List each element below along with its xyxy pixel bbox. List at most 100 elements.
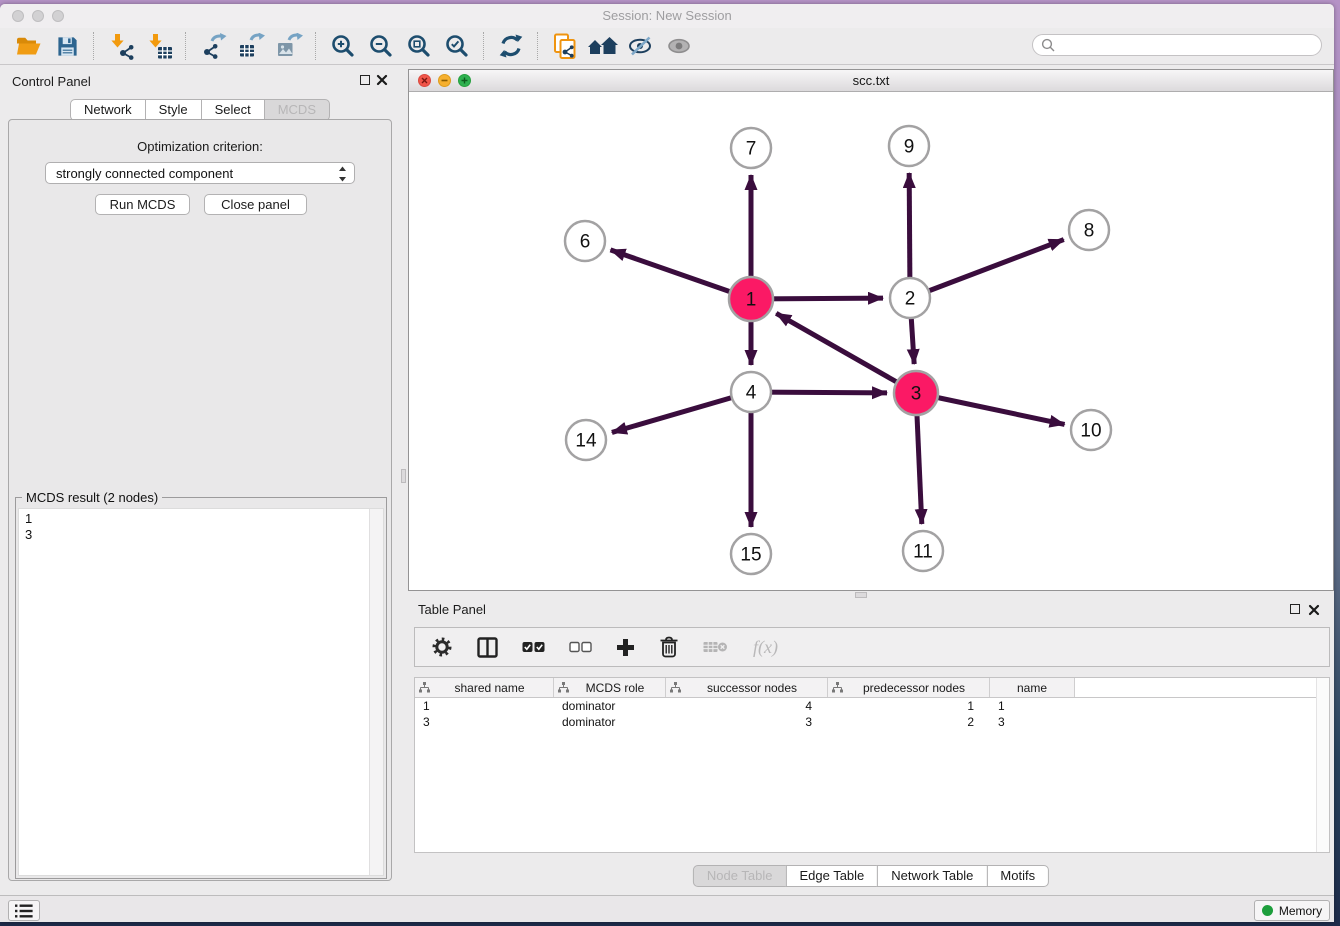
vertical-splitter[interactable] (400, 65, 408, 895)
node-label: 6 (580, 232, 591, 253)
run-mcds-button[interactable]: Run MCDS (95, 194, 190, 215)
edge-3-1[interactable] (776, 313, 916, 393)
table-panel-title: Table Panel (418, 602, 486, 617)
column-header-shared-name[interactable]: shared name (415, 678, 554, 697)
split-view-button[interactable] (477, 637, 498, 658)
export-table-button[interactable] (232, 31, 270, 61)
table-cell[interactable]: dominator (554, 715, 666, 729)
graph-node-1[interactable]: 1 (729, 277, 773, 321)
float-panel-button[interactable] (360, 75, 370, 85)
graph-node-3[interactable]: 3 (894, 371, 938, 415)
graph-node-4[interactable]: 4 (731, 372, 771, 412)
tab-network-table[interactable]: Network Table (877, 865, 987, 887)
graph-node-2[interactable]: 2 (890, 278, 930, 318)
table-cell[interactable]: 1 (415, 699, 554, 713)
tab-mcds[interactable]: MCDS (264, 99, 330, 121)
tab-style[interactable]: Style (145, 99, 202, 121)
graph-node-7[interactable]: 7 (731, 128, 771, 168)
split-view-icon (477, 637, 498, 658)
result-scrollbar[interactable] (369, 509, 383, 875)
plus-icon (616, 638, 635, 657)
network-window-titlebar[interactable]: scc.txt (409, 70, 1333, 92)
close-icon (1308, 604, 1320, 616)
column-header-MCDS-role[interactable]: MCDS role (554, 678, 666, 697)
export-network-button[interactable] (194, 31, 232, 61)
table-cell[interactable]: 3 (990, 715, 1075, 729)
first-neighbors-button[interactable] (584, 31, 622, 61)
mcds-result-box[interactable]: 13 (18, 508, 384, 876)
table-cell[interactable]: 4 (666, 699, 828, 713)
clone-network-button[interactable] (546, 31, 584, 61)
graph-node-6[interactable]: 6 (565, 221, 605, 261)
node-label: 8 (1084, 221, 1095, 242)
apply-layout-button[interactable] (492, 31, 530, 61)
column-header-predecessor-nodes[interactable]: predecessor nodes (828, 678, 990, 697)
search-input[interactable] (1060, 37, 1313, 53)
toolbar-separator (315, 32, 317, 60)
tab-network[interactable]: Network (70, 99, 146, 121)
import-table-button[interactable] (140, 31, 178, 61)
table-cell[interactable]: 3 (415, 715, 554, 729)
table-cell[interactable]: 1 (990, 699, 1075, 713)
graph-node-8[interactable]: 8 (1069, 210, 1109, 250)
close-table-panel-button[interactable] (1308, 603, 1320, 621)
optimization-criterion-label: Optimization criterion: (9, 139, 391, 154)
zoom-fit-button[interactable] (400, 31, 438, 61)
open-folder-icon (16, 35, 42, 57)
table-scrollbar[interactable] (1316, 678, 1329, 852)
optimization-criterion-dropdown[interactable]: strongly connected component (45, 162, 355, 184)
tab-motifs[interactable]: Motifs (986, 865, 1049, 887)
splitter-handle[interactable] (855, 592, 867, 598)
graph-node-11[interactable]: 11 (903, 531, 943, 571)
table-cell[interactable]: 1 (828, 699, 990, 713)
desktop: Session: New Session (0, 0, 1340, 926)
column-header-name[interactable]: name (990, 678, 1075, 697)
show-all-button[interactable] (660, 31, 698, 61)
add-column-button[interactable] (616, 638, 635, 657)
column-header-successor-nodes[interactable]: successor nodes (666, 678, 828, 697)
open-session-button[interactable] (10, 31, 48, 61)
select-all-columns-button[interactable] (522, 641, 545, 653)
float-table-panel-button[interactable] (1290, 604, 1300, 614)
splitter-handle[interactable] (401, 469, 406, 483)
save-session-button[interactable] (48, 31, 86, 61)
zoom-in-button[interactable] (324, 31, 362, 61)
close-panel-button-mcds[interactable]: Close panel (204, 194, 307, 215)
graph-node-15[interactable]: 15 (731, 534, 771, 574)
table-cell[interactable]: dominator (554, 699, 666, 713)
zoom-selected-button[interactable] (438, 31, 476, 61)
horizontal-splitter[interactable] (408, 591, 1334, 599)
tab-node-table[interactable]: Node Table (693, 865, 787, 887)
close-panel-button[interactable] (376, 73, 388, 91)
deselect-all-columns-button[interactable] (569, 641, 592, 653)
import-network-button[interactable] (102, 31, 140, 61)
table-cell[interactable]: 2 (828, 715, 990, 729)
function-builder-button[interactable]: f(x) (753, 637, 778, 658)
edge-4-14[interactable] (612, 392, 751, 432)
tab-edge-table[interactable]: Edge Table (785, 865, 878, 887)
search-field[interactable] (1032, 34, 1322, 56)
column-settings-button[interactable] (431, 636, 453, 658)
refresh-icon (498, 33, 524, 59)
memory-button[interactable]: Memory (1254, 900, 1330, 921)
graph-node-10[interactable]: 10 (1071, 410, 1111, 450)
delete-table-button[interactable] (703, 640, 729, 654)
hierarchy-icon (832, 682, 843, 693)
toolbar-separator (93, 32, 95, 60)
export-image-button[interactable] (270, 31, 308, 61)
network-canvas[interactable]: 1 2 3 4 6 7 8 9 10 11 14 15 (409, 92, 1333, 590)
edge-2-8[interactable] (910, 240, 1064, 298)
hide-selected-button[interactable] (622, 31, 660, 61)
network-graph[interactable]: 1 2 3 4 6 7 8 9 10 11 14 15 (409, 92, 1333, 590)
graph-node-9[interactable]: 9 (889, 126, 929, 166)
close-icon (376, 74, 388, 86)
table-row[interactable]: 3dominator323 (415, 714, 1329, 730)
task-history-button[interactable] (8, 900, 40, 921)
table-row[interactable]: 1dominator411 (415, 698, 1329, 714)
graph-node-14[interactable]: 14 (566, 420, 606, 460)
table-cell[interactable]: 3 (666, 715, 828, 729)
column-label: predecessor nodes (843, 681, 985, 695)
tab-select[interactable]: Select (201, 99, 265, 121)
delete-column-button[interactable] (659, 636, 679, 658)
zoom-out-button[interactable] (362, 31, 400, 61)
